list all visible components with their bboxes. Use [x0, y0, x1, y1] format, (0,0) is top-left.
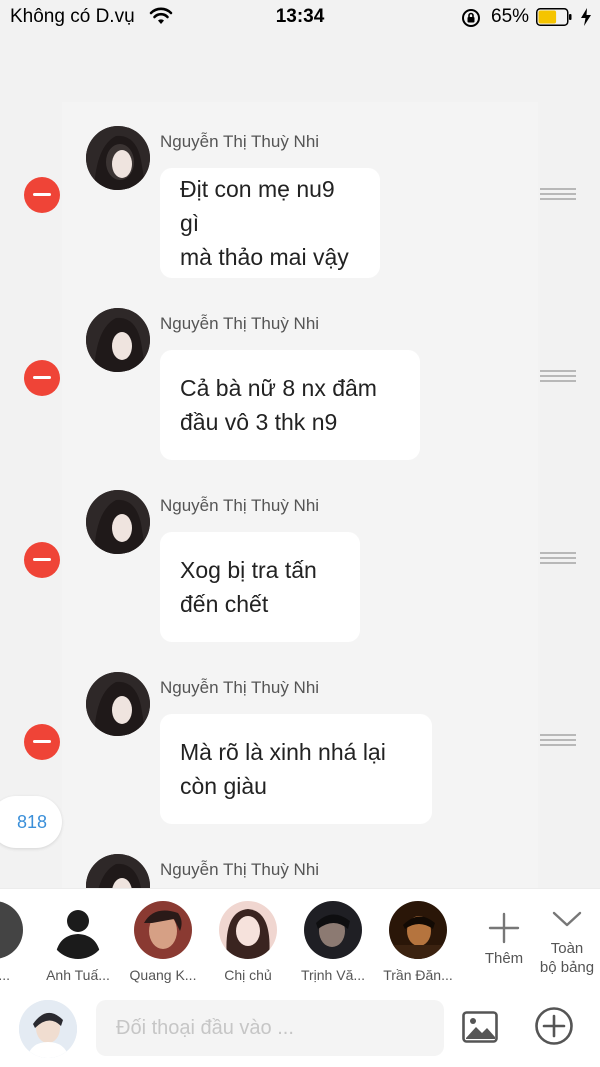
- sender-name: Nguyễn Thị Thuỳ Nhi: [160, 860, 320, 879]
- drag-handle-icon[interactable]: [540, 552, 576, 566]
- member-name: Chị chủ: [224, 967, 272, 983]
- message-item: Nguyễn Thị Thuỳ Nhi Mà rõ là xinh nhá lạ…: [0, 672, 600, 854]
- view-all-label: Toàn: [550, 940, 584, 957]
- add-member-label: Thêm: [484, 950, 524, 967]
- message-text-line: Cả bà nữ 8 nx đâm: [180, 375, 377, 401]
- member-name: Anh Tuấ...: [46, 967, 110, 983]
- sender-avatar[interactable]: [86, 672, 150, 736]
- message-input[interactable]: [96, 1000, 444, 1056]
- message-bubble[interactable]: Địt con mẹ nu9 gì mà thảo mai vậy: [160, 168, 380, 278]
- member-avatar: [0, 901, 23, 959]
- message-count: 818: [16, 811, 48, 832]
- sender-name: Nguyễn Thị Thuỳ Nhi: [160, 496, 320, 515]
- message-bubble[interactable]: Mà rõ là xinh nhá lại còn giàu: [160, 714, 432, 824]
- my-avatar[interactable]: [19, 1000, 77, 1058]
- message-bubble[interactable]: Xog bị tra tấn đến chết: [160, 532, 360, 642]
- message-item: Nguyễn Thị Thuỳ Nhi Cả bà nữ 8 nx đâm đầu…: [0, 308, 600, 490]
- member-item[interactable]: i...: [0, 901, 34, 983]
- member-avatar: [49, 901, 107, 959]
- sender-avatar[interactable]: [86, 308, 150, 372]
- view-all-members-button[interactable]: Toàn bộ bảng: [534, 899, 600, 977]
- sender-avatar[interactable]: [86, 854, 150, 888]
- message-text-line: đến chết: [180, 591, 269, 617]
- message-text-line: mà thảo mai vậy: [180, 244, 349, 270]
- plus-icon: [488, 912, 520, 944]
- sender-name: Nguyễn Thị Thuỳ Nhi: [160, 314, 320, 333]
- message-item: Nguyễn Thị Thuỳ Nhi Địt con mẹ nu9 gì mà …: [0, 126, 600, 308]
- remove-message-button[interactable]: [24, 724, 60, 760]
- member-item[interactable]: Trần Đăn...: [378, 901, 458, 983]
- member-name: Quang K...: [129, 967, 197, 983]
- message-item: Nguyễn Thị Thuỳ Nhi Xog bị tra tấn đến ch…: [0, 490, 600, 672]
- member-name: i...: [0, 967, 10, 983]
- message-text-line: Mà rõ là xinh nhá lại: [180, 739, 386, 765]
- battery-icon: [536, 8, 572, 26]
- remove-message-button[interactable]: [24, 542, 60, 578]
- message-item: Nguyễn Thị Thuỳ Nhi: [0, 854, 600, 888]
- remove-message-button[interactable]: [24, 360, 60, 396]
- add-circle-icon[interactable]: [534, 1006, 574, 1046]
- status-bar: Không có D.vụ 13:34 65%: [0, 0, 600, 34]
- add-member-button[interactable]: Thêm: [479, 899, 529, 968]
- message-count-badge[interactable]: 818: [0, 796, 62, 848]
- drag-handle-icon[interactable]: [540, 370, 576, 384]
- sender-avatar[interactable]: [86, 490, 150, 554]
- message-text-line: Địt con mẹ nu9 gì: [180, 176, 335, 236]
- member-item[interactable]: Chị chủ: [208, 901, 288, 983]
- member-name: Trịnh Vă...: [300, 967, 366, 983]
- member-avatar: [389, 901, 447, 959]
- member-name: Trần Đăn...: [383, 967, 453, 983]
- chevron-down-icon: [552, 911, 582, 927]
- charging-bolt-icon: [581, 8, 591, 26]
- member-item[interactable]: Anh Tuấ...: [38, 901, 118, 983]
- input-bar: [0, 992, 600, 1067]
- member-avatar: [304, 901, 362, 959]
- member-avatar: [219, 901, 277, 959]
- sender-name: Nguyễn Thị Thuỳ Nhi: [160, 132, 320, 151]
- view-all-label: bộ bảng: [539, 959, 595, 976]
- drag-handle-icon[interactable]: [540, 188, 576, 202]
- member-avatar: [134, 901, 192, 959]
- rotation-lock-icon: [462, 9, 480, 27]
- image-icon[interactable]: [462, 1011, 498, 1043]
- message-text-line: còn giàu: [180, 773, 267, 799]
- battery-percent: 65%: [491, 6, 530, 27]
- message-text-line: đầu vô 3 thk n9: [180, 409, 338, 435]
- member-strip[interactable]: i... Anh Tuấ... Quang K... Chị chủ Trịnh…: [0, 888, 600, 992]
- sender-avatar[interactable]: [86, 126, 150, 190]
- member-item[interactable]: Quang K...: [123, 901, 203, 983]
- message-text-line: Xog bị tra tấn: [180, 557, 317, 583]
- member-item[interactable]: Trịnh Vă...: [293, 901, 373, 983]
- message-bubble[interactable]: Cả bà nữ 8 nx đâm đầu vô 3 thk n9: [160, 350, 420, 460]
- remove-message-button[interactable]: [24, 177, 60, 213]
- drag-handle-icon[interactable]: [540, 734, 576, 748]
- sender-name: Nguyễn Thị Thuỳ Nhi: [160, 678, 320, 697]
